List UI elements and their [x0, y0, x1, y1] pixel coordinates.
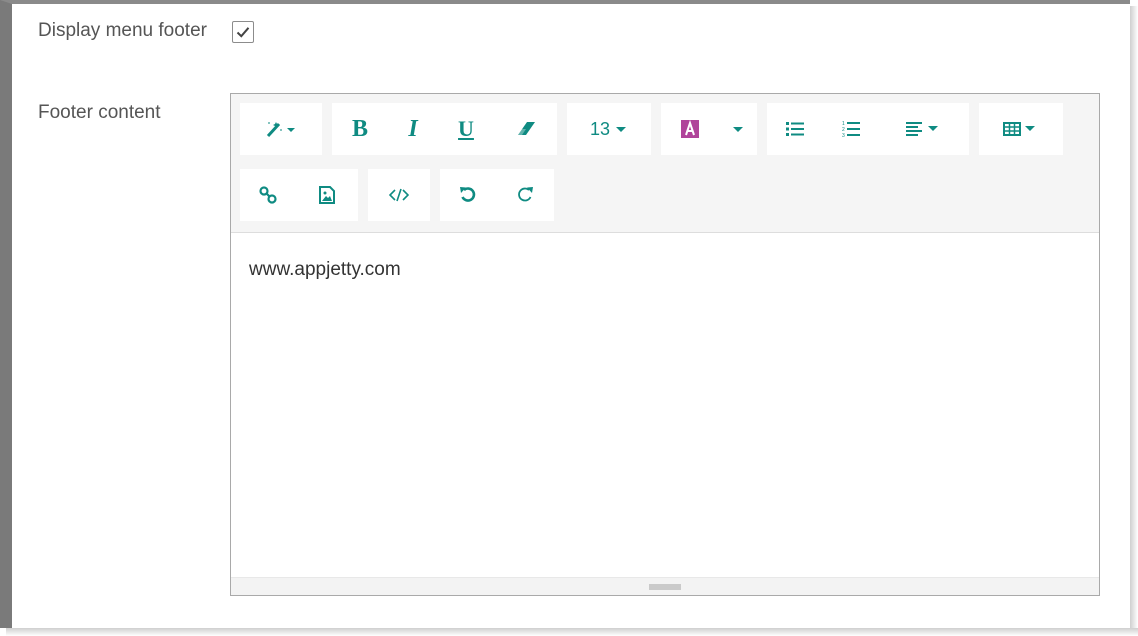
view-group — [368, 169, 430, 221]
link-icon — [259, 186, 277, 204]
eraser-icon — [517, 122, 535, 135]
code-view-icon — [389, 188, 409, 202]
panel-shadow-bottom — [6, 628, 1138, 636]
footer-content-label: Footer content — [38, 102, 161, 123]
bold-icon: B — [351, 115, 368, 142]
resize-grip-icon — [649, 584, 681, 589]
picture-icon — [319, 186, 335, 204]
picture-button[interactable] — [296, 169, 358, 221]
remove-format-button[interactable] — [494, 103, 557, 155]
editor-content-area[interactable]: www.appjetty.com — [231, 233, 1099, 578]
table-group — [979, 103, 1063, 155]
undo-icon — [460, 187, 476, 202]
link-button[interactable] — [240, 169, 296, 221]
magic-wand-icon — [266, 122, 295, 138]
paragraph-group: 1 2 3 — [767, 103, 969, 155]
font-color-dropdown[interactable] — [719, 103, 757, 155]
checkmark-icon — [236, 27, 250, 38]
caret-down-icon — [733, 127, 743, 132]
table-dropdown[interactable] — [979, 103, 1063, 155]
italic-button[interactable]: I — [388, 103, 438, 155]
history-group — [440, 169, 554, 221]
editor-toolbar: B I U 13 1 2 3 — [231, 94, 1099, 233]
svg-text:3: 3 — [842, 133, 845, 138]
bold-button[interactable]: B — [332, 103, 388, 155]
font-size-dropdown[interactable]: 13 — [567, 103, 651, 155]
style-button[interactable] — [240, 103, 322, 155]
style-group — [240, 103, 322, 155]
undo-button[interactable] — [440, 169, 496, 221]
italic-icon: I — [408, 115, 418, 142]
unordered-list-icon — [786, 122, 804, 136]
font-size-group: 13 — [567, 103, 651, 155]
underline-icon: U — [458, 116, 474, 141]
color-group — [661, 103, 757, 155]
font-color-icon — [681, 119, 699, 138]
insert-group — [240, 169, 358, 221]
redo-icon — [518, 187, 533, 202]
paragraph-align-icon — [906, 122, 938, 136]
font-style-group: B I U — [332, 103, 557, 155]
caret-down-icon — [616, 127, 627, 132]
underline-button[interactable]: U — [438, 103, 494, 155]
redo-button[interactable] — [496, 169, 554, 221]
code-view-button[interactable] — [368, 169, 430, 221]
paragraph-align-dropdown[interactable] — [879, 103, 969, 155]
ordered-list-icon: 1 2 3 — [842, 121, 860, 138]
table-icon — [1003, 122, 1035, 136]
ordered-list-button[interactable]: 1 2 3 — [823, 103, 879, 155]
editor-resize-handle[interactable] — [231, 577, 1099, 595]
panel-shadow-right — [1130, 6, 1138, 636]
font-color-button[interactable] — [661, 103, 719, 155]
display-menu-footer-label: Display menu footer — [38, 20, 207, 41]
display-menu-footer-checkbox[interactable] — [232, 21, 254, 43]
rich-text-editor: B I U 13 1 2 3 www.appjetty.com — [230, 93, 1100, 596]
unordered-list-button[interactable] — [767, 103, 823, 155]
font-size-value: 13 — [589, 118, 611, 139]
